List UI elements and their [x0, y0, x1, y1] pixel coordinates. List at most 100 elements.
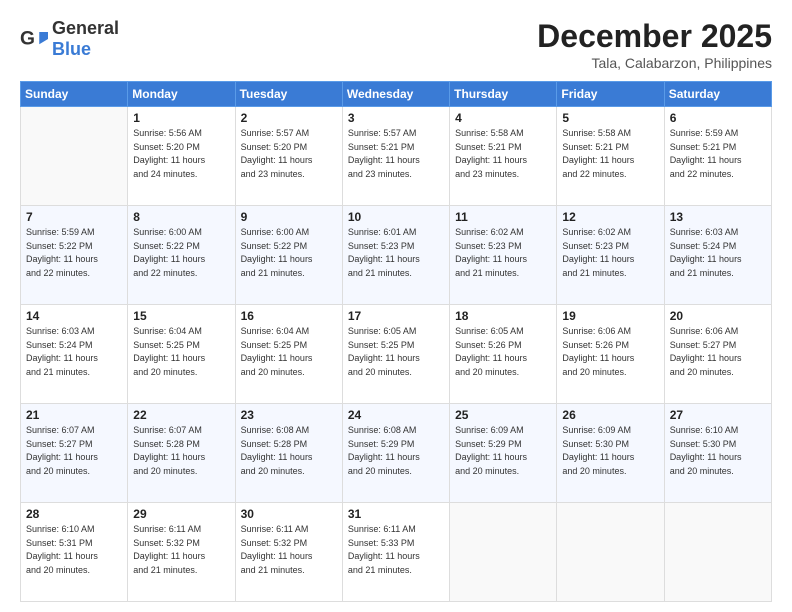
calendar-week-1: 1Sunrise: 5:56 AMSunset: 5:20 PMDaylight… [21, 107, 772, 206]
calendar-cell: 13 Sunrise: 6:03 AMSunset: 5:24 PMDayligh… [664, 206, 771, 305]
calendar-cell: 14 Sunrise: 6:03 AMSunset: 5:24 PMDayligh… [21, 305, 128, 404]
calendar-cell [450, 503, 557, 602]
day-info: Sunrise: 6:03 AMSunset: 5:24 PMDaylight:… [670, 226, 766, 280]
calendar-cell: 1Sunrise: 5:56 AMSunset: 5:20 PMDaylight… [128, 107, 235, 206]
day-number: 7 [26, 210, 122, 224]
day-info: Sunrise: 6:11 AMSunset: 5:33 PMDaylight:… [348, 523, 444, 577]
day-info: Sunrise: 6:07 AMSunset: 5:28 PMDaylight:… [133, 424, 229, 478]
day-number: 8 [133, 210, 229, 224]
day-info: Sunrise: 6:06 AMSunset: 5:27 PMDaylight:… [670, 325, 766, 379]
col-monday: Monday [128, 82, 235, 107]
day-info: Sunrise: 5:58 AMSunset: 5:21 PMDaylight:… [562, 127, 658, 181]
col-friday: Friday [557, 82, 664, 107]
day-number: 9 [241, 210, 337, 224]
day-info: Sunrise: 6:03 AMSunset: 5:24 PMDaylight:… [26, 325, 122, 379]
logo: G General Blue [20, 18, 119, 60]
col-wednesday: Wednesday [342, 82, 449, 107]
day-number: 27 [670, 408, 766, 422]
page: G General Blue December 2025 Tala, Calab… [0, 0, 792, 612]
day-number: 4 [455, 111, 551, 125]
calendar-week-5: 28Sunrise: 6:10 AMSunset: 5:31 PMDayligh… [21, 503, 772, 602]
calendar-table: Sunday Monday Tuesday Wednesday Thursday… [20, 81, 772, 602]
calendar-week-3: 14 Sunrise: 6:03 AMSunset: 5:24 PMDayligh… [21, 305, 772, 404]
day-info: Sunrise: 6:02 AMSunset: 5:23 PMDaylight:… [562, 226, 658, 280]
col-thursday: Thursday [450, 82, 557, 107]
day-number: 25 [455, 408, 551, 422]
calendar-week-4: 21 Sunrise: 6:07 AMSunset: 5:27 PMDayligh… [21, 404, 772, 503]
day-info: Sunrise: 6:11 AMSunset: 5:32 PMDaylight:… [241, 523, 337, 577]
calendar-cell: 21 Sunrise: 6:07 AMSunset: 5:27 PMDayligh… [21, 404, 128, 503]
day-info: Sunrise: 6:05 AMSunset: 5:25 PMDaylight:… [348, 325, 444, 379]
calendar-cell: 10Sunrise: 6:01 AMSunset: 5:23 PMDayligh… [342, 206, 449, 305]
day-number: 6 [670, 111, 766, 125]
logo-icon: G [20, 25, 48, 53]
header: G General Blue December 2025 Tala, Calab… [20, 18, 772, 71]
day-number: 21 [26, 408, 122, 422]
calendar-week-2: 7 Sunrise: 5:59 AMSunset: 5:22 PMDaylight… [21, 206, 772, 305]
day-number: 29 [133, 507, 229, 521]
day-info: Sunrise: 6:05 AMSunset: 5:26 PMDaylight:… [455, 325, 551, 379]
calendar-cell: 31Sunrise: 6:11 AMSunset: 5:33 PMDayligh… [342, 503, 449, 602]
calendar-cell: 7 Sunrise: 5:59 AMSunset: 5:22 PMDaylight… [21, 206, 128, 305]
logo-blue: Blue [52, 39, 91, 59]
title-block: December 2025 Tala, Calabarzon, Philippi… [537, 18, 772, 71]
calendar-cell: 30Sunrise: 6:11 AMSunset: 5:32 PMDayligh… [235, 503, 342, 602]
day-info: Sunrise: 6:11 AMSunset: 5:32 PMDaylight:… [133, 523, 229, 577]
day-info: Sunrise: 5:57 AMSunset: 5:20 PMDaylight:… [241, 127, 337, 181]
calendar-cell: 16Sunrise: 6:04 AMSunset: 5:25 PMDayligh… [235, 305, 342, 404]
calendar-cell: 17 Sunrise: 6:05 AMSunset: 5:25 PMDayligh… [342, 305, 449, 404]
day-info: Sunrise: 6:08 AMSunset: 5:29 PMDaylight:… [348, 424, 444, 478]
day-info: Sunrise: 6:08 AMSunset: 5:28 PMDaylight:… [241, 424, 337, 478]
svg-text:G: G [20, 28, 35, 49]
day-number: 26 [562, 408, 658, 422]
day-number: 19 [562, 309, 658, 323]
col-sunday: Sunday [21, 82, 128, 107]
calendar-cell: 18 Sunrise: 6:05 AMSunset: 5:26 PMDayligh… [450, 305, 557, 404]
day-number: 3 [348, 111, 444, 125]
calendar-cell: 9 Sunrise: 6:00 AMSunset: 5:22 PMDaylight… [235, 206, 342, 305]
day-info: Sunrise: 6:07 AMSunset: 5:27 PMDaylight:… [26, 424, 122, 478]
calendar-cell: 19Sunrise: 6:06 AMSunset: 5:26 PMDayligh… [557, 305, 664, 404]
calendar-cell: 6Sunrise: 5:59 AMSunset: 5:21 PMDaylight… [664, 107, 771, 206]
calendar-cell: 11Sunrise: 6:02 AMSunset: 5:23 PMDayligh… [450, 206, 557, 305]
calendar-cell: 3 Sunrise: 5:57 AMSunset: 5:21 PMDaylight… [342, 107, 449, 206]
calendar-cell: 29 Sunrise: 6:11 AMSunset: 5:32 PMDayligh… [128, 503, 235, 602]
day-number: 11 [455, 210, 551, 224]
day-info: Sunrise: 6:01 AMSunset: 5:23 PMDaylight:… [348, 226, 444, 280]
month-title: December 2025 [537, 18, 772, 55]
calendar-cell: 23Sunrise: 6:08 AMSunset: 5:28 PMDayligh… [235, 404, 342, 503]
calendar-cell [664, 503, 771, 602]
day-info: Sunrise: 5:57 AMSunset: 5:21 PMDaylight:… [348, 127, 444, 181]
calendar-cell: 4 Sunrise: 5:58 AMSunset: 5:21 PMDaylight… [450, 107, 557, 206]
day-number: 2 [241, 111, 337, 125]
day-info: Sunrise: 6:00 AMSunset: 5:22 PMDaylight:… [133, 226, 229, 280]
day-info: Sunrise: 6:00 AMSunset: 5:22 PMDaylight:… [241, 226, 337, 280]
day-info: Sunrise: 6:09 AMSunset: 5:30 PMDaylight:… [562, 424, 658, 478]
day-info: Sunrise: 5:56 AMSunset: 5:20 PMDaylight:… [133, 127, 229, 181]
day-number: 13 [670, 210, 766, 224]
calendar-cell: 22Sunrise: 6:07 AMSunset: 5:28 PMDayligh… [128, 404, 235, 503]
calendar-cell: 28Sunrise: 6:10 AMSunset: 5:31 PMDayligh… [21, 503, 128, 602]
day-info: Sunrise: 5:58 AMSunset: 5:21 PMDaylight:… [455, 127, 551, 181]
day-number: 18 [455, 309, 551, 323]
day-info: Sunrise: 5:59 AMSunset: 5:22 PMDaylight:… [26, 226, 122, 280]
day-number: 14 [26, 309, 122, 323]
day-info: Sunrise: 6:10 AMSunset: 5:30 PMDaylight:… [670, 424, 766, 478]
location: Tala, Calabarzon, Philippines [537, 55, 772, 71]
col-tuesday: Tuesday [235, 82, 342, 107]
calendar-cell: 8 Sunrise: 6:00 AMSunset: 5:22 PMDaylight… [128, 206, 235, 305]
day-number: 20 [670, 309, 766, 323]
day-info: Sunrise: 6:04 AMSunset: 5:25 PMDaylight:… [241, 325, 337, 379]
logo-general: General [52, 18, 119, 38]
logo-text: General Blue [52, 18, 119, 60]
calendar-cell [21, 107, 128, 206]
calendar-cell: 26 Sunrise: 6:09 AMSunset: 5:30 PMDayligh… [557, 404, 664, 503]
day-number: 28 [26, 507, 122, 521]
day-number: 12 [562, 210, 658, 224]
calendar-cell: 20 Sunrise: 6:06 AMSunset: 5:27 PMDayligh… [664, 305, 771, 404]
day-number: 5 [562, 111, 658, 125]
calendar-cell: 12 Sunrise: 6:02 AMSunset: 5:23 PMDayligh… [557, 206, 664, 305]
day-number: 17 [348, 309, 444, 323]
calendar-header-row: Sunday Monday Tuesday Wednesday Thursday… [21, 82, 772, 107]
calendar-cell: 24Sunrise: 6:08 AMSunset: 5:29 PMDayligh… [342, 404, 449, 503]
